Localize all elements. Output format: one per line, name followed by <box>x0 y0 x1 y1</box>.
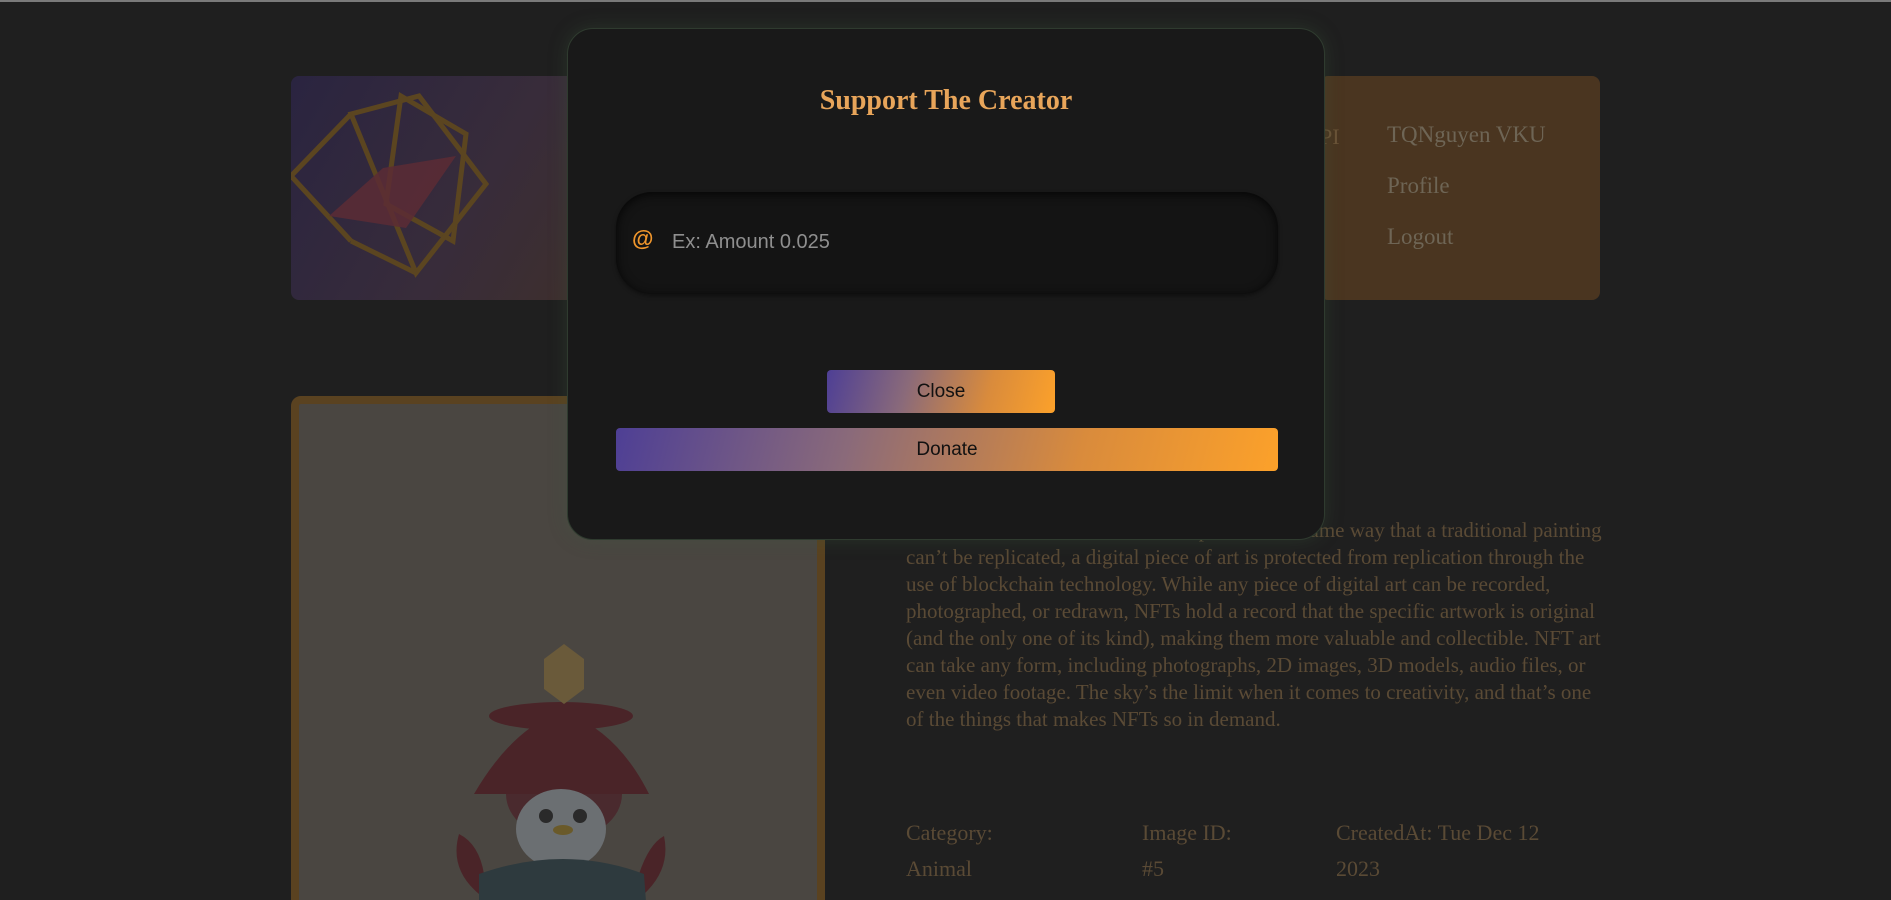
meta-created-at: CreatedAt: Tue Dec 12 2023 <box>1336 815 1539 887</box>
meta-created-value: 2023 <box>1336 856 1380 881</box>
nav-item-profile[interactable]: Profile <box>1387 173 1546 224</box>
meta-category: Category: Animal <box>906 815 993 887</box>
amount-input[interactable] <box>672 220 1252 264</box>
close-button[interactable]: Close <box>827 370 1055 413</box>
nft-description: collected and traded in the online space… <box>906 518 1602 731</box>
meta-image-id-value: #5 <box>1142 856 1164 881</box>
meta-image-id: Image ID: #5 <box>1142 815 1232 887</box>
meta-image-id-label: Image ID: <box>1142 820 1232 845</box>
at-sign-icon: @ <box>632 226 654 251</box>
support-creator-modal: Support The Creator @ Close Donate <box>567 28 1325 540</box>
amount-field-wrapper: @ <box>616 192 1278 294</box>
nav-menu: TQNguyen VKU Profile Logout <box>1387 122 1546 275</box>
nav-item-user[interactable]: TQNguyen VKU <box>1387 122 1546 173</box>
meta-category-label: Category: <box>906 820 993 845</box>
cube-logo-icon <box>291 91 490 278</box>
meta-category-value: Animal <box>906 856 972 881</box>
donate-button[interactable]: Donate <box>616 428 1278 471</box>
site-logo-card[interactable] <box>291 76 591 300</box>
meta-created-label: CreatedAt: Tue Dec 12 <box>1336 820 1540 845</box>
modal-title: Support The Creator <box>819 85 1073 116</box>
nav-item-logout[interactable]: Logout <box>1387 224 1546 275</box>
